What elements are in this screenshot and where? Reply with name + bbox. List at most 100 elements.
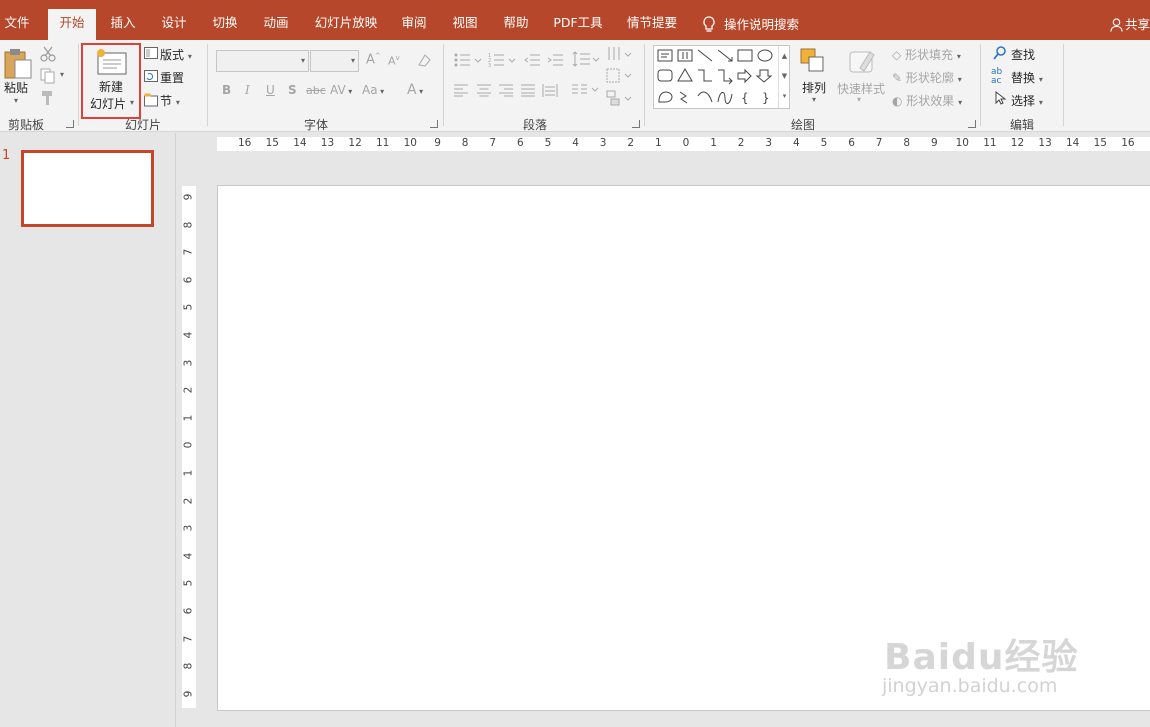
- tab-home[interactable]: 开始: [48, 9, 96, 40]
- font-size-combo[interactable]: ▾: [310, 50, 359, 72]
- new-slide-button[interactable]: 新建 幻灯片 ▾: [81, 43, 141, 119]
- drawing-launcher-icon[interactable]: [968, 120, 976, 128]
- line-spacing-icon[interactable]: [572, 50, 600, 68]
- tab-slideshow[interactable]: 幻灯片放映: [310, 9, 382, 40]
- slide-thumbnail[interactable]: [21, 150, 154, 227]
- lightbulb-icon: [703, 15, 715, 32]
- italic-button[interactable]: I: [245, 83, 250, 97]
- horizontal-ruler: 16 15 14 13 12 11 10 9 8 7 6 5 4 3 2 1 0 1 2 3 4 5 6 7 8 9 10 11 12 1…: [217, 137, 1150, 151]
- find-button[interactable]: 查找: [1011, 46, 1035, 63]
- new-slide-dropdown-icon: ▾: [130, 98, 135, 107]
- ruler-tick-label: 3: [182, 524, 195, 532]
- find-icon: [993, 46, 1006, 60]
- align-right-icon[interactable]: [499, 84, 513, 97]
- decrease-indent-icon[interactable]: [524, 52, 540, 68]
- clipboard-icon: [4, 49, 32, 79]
- cut-icon[interactable]: [40, 46, 56, 62]
- ruler-tick-label: 7: [182, 635, 195, 642]
- editing-group-label: 编辑: [1009, 118, 1034, 132]
- layout-button[interactable]: 版式 ▾: [160, 46, 192, 63]
- strikethrough-button[interactable]: abc: [306, 84, 326, 97]
- shape-outline-button[interactable]: ✎ 形状轮廓 ▾: [892, 69, 962, 86]
- font-color-button[interactable]: A ▾: [407, 82, 423, 98]
- select-cursor-icon: [995, 91, 1007, 105]
- increase-indent-icon[interactable]: [547, 52, 563, 68]
- underline-button[interactable]: U: [266, 83, 275, 97]
- shadow-button[interactable]: S: [288, 83, 297, 97]
- ruler-tick-label: 6: [517, 137, 524, 149]
- clear-formatting-icon[interactable]: [416, 52, 432, 68]
- ruler-tick-label: 4: [572, 137, 579, 149]
- tab-view[interactable]: 视图: [446, 9, 484, 40]
- gallery-scroll-icon[interactable]: ▲ ▼ ▾: [778, 46, 790, 108]
- ruler-tick-label: 14: [1066, 137, 1080, 149]
- copy-icon[interactable]: [40, 68, 56, 84]
- ruler-tick-label: 14: [293, 137, 307, 149]
- bold-button[interactable]: B: [222, 83, 231, 97]
- ruler-tick-label: 4: [182, 552, 195, 560]
- format-painter-icon[interactable]: [40, 90, 56, 106]
- quick-styles-icon[interactable]: [846, 46, 878, 76]
- ruler-tick-label: 5: [182, 304, 195, 311]
- copy-dropdown-icon[interactable]: ▾: [60, 70, 64, 79]
- align-text-icon[interactable]: [606, 68, 632, 84]
- tab-file[interactable]: 文件: [0, 9, 34, 40]
- replace-button[interactable]: 替换 ▾: [1011, 69, 1043, 86]
- columns-icon[interactable]: [572, 84, 600, 97]
- tab-pdf-tools[interactable]: PDF工具: [549, 9, 607, 40]
- tab-review[interactable]: 审阅: [395, 9, 433, 40]
- ruler-tick-label: 13: [1038, 137, 1052, 149]
- ruler-tick-label: 1: [655, 137, 662, 149]
- tab-design[interactable]: 设计: [155, 9, 193, 40]
- paste-button[interactable]: [3, 46, 33, 83]
- reset-icon: [144, 70, 158, 82]
- ruler-tick-label: 1: [182, 469, 195, 477]
- paste-dropdown-icon[interactable]: ▾: [14, 96, 18, 105]
- increase-font-size-icon[interactable]: A^: [366, 52, 381, 67]
- justify-icon[interactable]: [521, 84, 535, 97]
- arrange-dropdown-icon[interactable]: ▾: [812, 95, 816, 104]
- align-left-icon[interactable]: [454, 84, 468, 97]
- ruler-tick-label: 8: [461, 137, 469, 149]
- tell-me-search[interactable]: 操作说明搜索: [702, 9, 812, 40]
- ruler-tick-label: 10: [403, 137, 417, 149]
- ruler-tick-label: 9: [182, 690, 195, 698]
- align-center-icon[interactable]: [477, 84, 491, 97]
- font-name-combo[interactable]: ▾: [216, 50, 309, 72]
- arrange-icon[interactable]: [799, 47, 829, 77]
- tab-transitions[interactable]: 切换: [206, 9, 244, 40]
- watermark-logo: Baidu经验: [884, 637, 1079, 678]
- ruler-tick-label: 12: [348, 137, 362, 149]
- select-button[interactable]: 选择 ▾: [1011, 92, 1043, 109]
- ruler-tick-label: 5: [182, 580, 195, 587]
- clipboard-group-label: 剪贴板: [7, 118, 44, 132]
- shape-effects-button[interactable]: ◐ 形状效果 ▾: [892, 92, 962, 109]
- tab-animations[interactable]: 动画: [257, 9, 295, 40]
- share-button[interactable]: 共享: [1110, 9, 1150, 40]
- change-case-button[interactable]: Aa ▾: [362, 83, 384, 97]
- font-launcher-icon[interactable]: [430, 120, 438, 128]
- tab-help[interactable]: 帮助: [497, 9, 535, 40]
- arrange-button[interactable]: 排列: [802, 79, 826, 96]
- decrease-font-size-icon[interactable]: Av: [388, 54, 400, 68]
- watermark-url: jingyan.baidu.com: [882, 675, 1058, 697]
- tab-insert[interactable]: 插入: [104, 9, 142, 40]
- distributed-icon[interactable]: [542, 83, 558, 98]
- ruler-tick-label: 5: [544, 137, 552, 149]
- shape-fill-button[interactable]: ◇ 形状填充 ▾: [892, 46, 961, 63]
- clipboard-launcher-icon[interactable]: [66, 120, 74, 128]
- ruler-tick-label: 15: [265, 137, 279, 149]
- section-button[interactable]: 节 ▾: [160, 92, 180, 109]
- character-spacing-button[interactable]: AV ▾: [330, 83, 352, 97]
- ruler-tick-label: 11: [376, 137, 390, 149]
- numbering-icon[interactable]: 123: [488, 52, 518, 68]
- ruler-tick-label: 2: [182, 497, 195, 504]
- bullets-icon[interactable]: [454, 52, 484, 68]
- quick-styles-dropdown-icon[interactable]: ▾: [857, 95, 861, 104]
- text-direction-icon[interactable]: [606, 46, 632, 64]
- smartart-icon[interactable]: [606, 90, 632, 108]
- paragraph-launcher-icon[interactable]: [632, 120, 640, 128]
- shapes-gallery[interactable]: { } ▲ ▼ ▾: [653, 45, 790, 109]
- reset-button[interactable]: 重置: [160, 69, 184, 86]
- tab-storyboarding[interactable]: 情节提要: [621, 9, 683, 40]
